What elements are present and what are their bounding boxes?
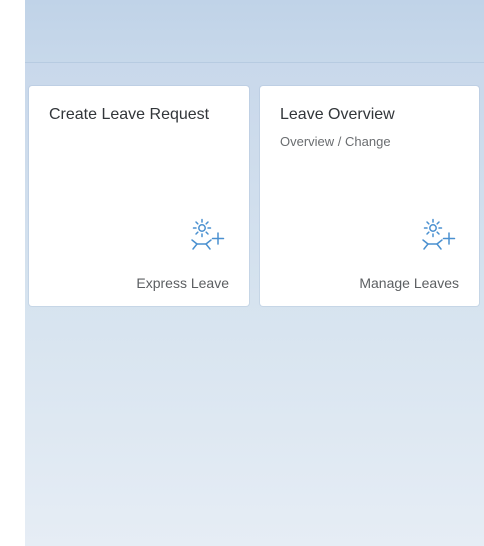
launchpad-screen: Create Leave Request Express Leave Leave… (0, 0, 484, 546)
leave-request-icon (418, 216, 462, 256)
tile-footer: Express Leave (136, 275, 229, 291)
tile-title: Create Leave Request (49, 106, 210, 123)
leave-request-icon (187, 216, 231, 256)
tile-leave-overview[interactable]: Leave Overview Overview / Change Manage … (260, 86, 479, 306)
launchpad-shell: Create Leave Request Express Leave Leave… (25, 0, 484, 546)
tile-footer: Manage Leaves (359, 275, 459, 291)
tile-subtitle: Overview / Change (280, 134, 391, 149)
tile-create-leave-request[interactable]: Create Leave Request Express Leave (29, 86, 249, 306)
header-band (25, 0, 484, 63)
tile-title: Leave Overview (280, 106, 395, 123)
